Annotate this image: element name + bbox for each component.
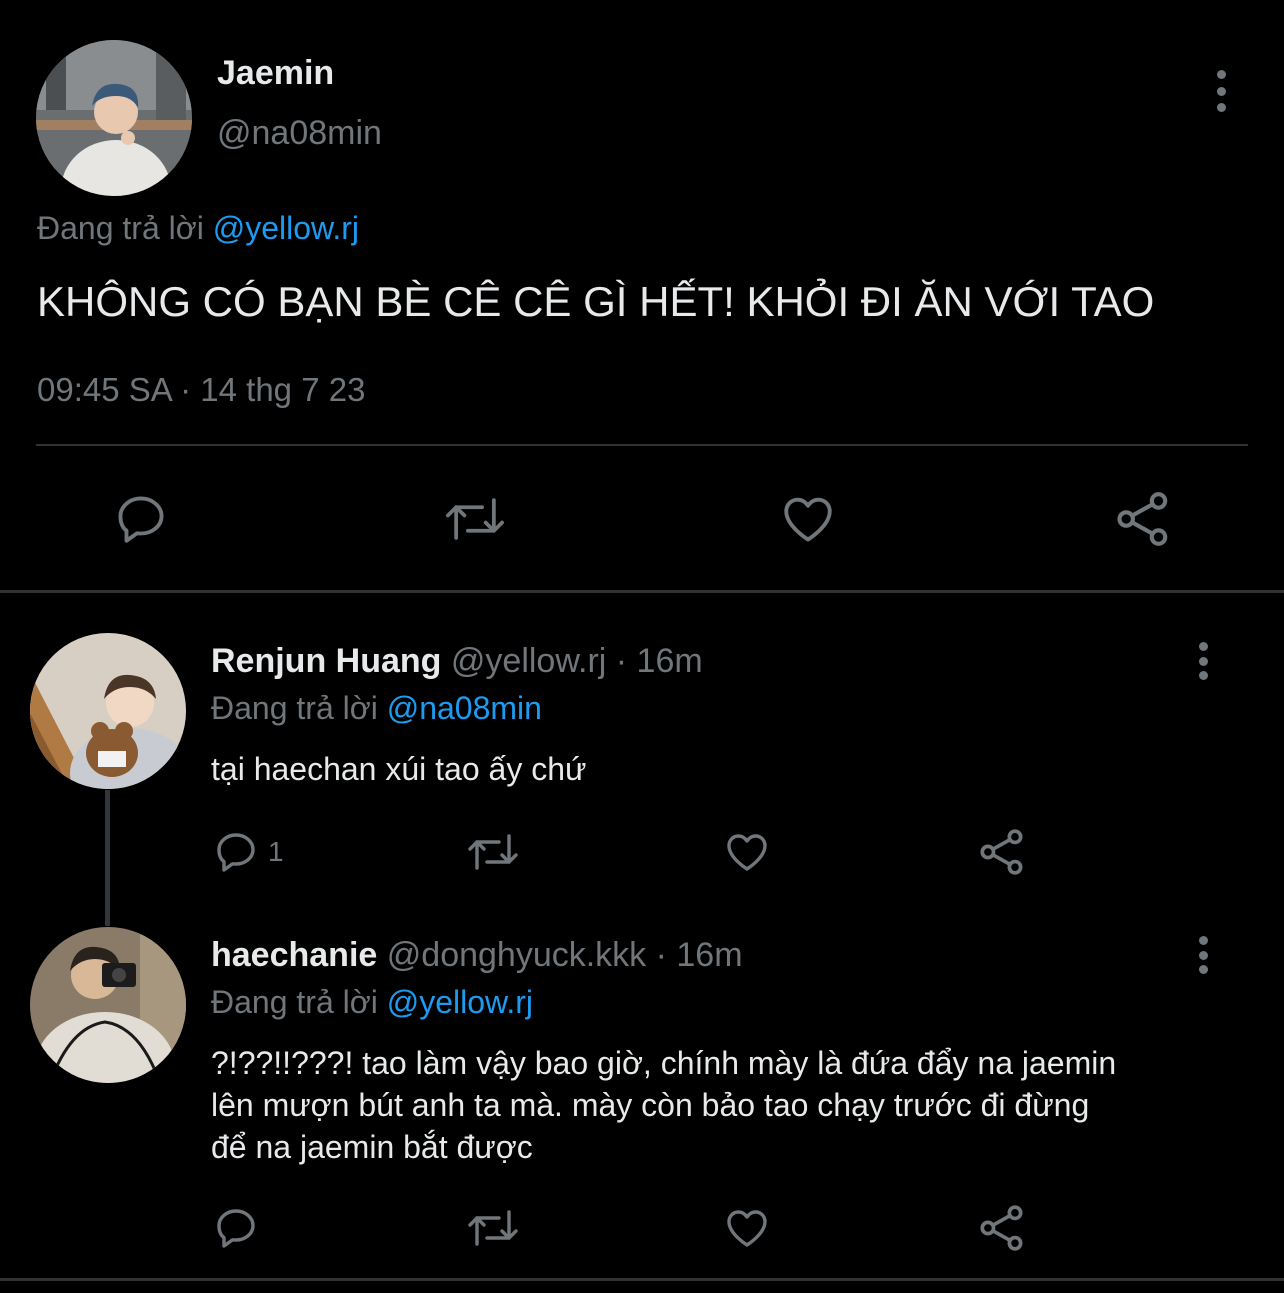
like-icon: [727, 834, 767, 871]
more-icon[interactable]: [1188, 936, 1218, 974]
replying-to: Đang trả lời @na08min: [211, 690, 542, 727]
retweet-icon: [446, 498, 504, 540]
divider: [36, 444, 1248, 446]
like-icon: [784, 497, 832, 542]
reply-header: Renjun Huang @yellow.rj · 16m: [211, 642, 703, 681]
divider: [0, 1278, 1284, 1281]
divider: [0, 590, 1284, 593]
reply-text: tại haechan xúi tao ấy chứ: [211, 751, 587, 787]
share-button[interactable]: [1112, 488, 1174, 550]
author-handle[interactable]: @na08min: [217, 114, 382, 153]
tweet-text: KHÔNG CÓ BẠN BÈ CÊ CÊ GÌ HẾT! KHỎI ĐI ĂN…: [37, 278, 1155, 325]
author-name[interactable]: Jaemin: [217, 54, 334, 93]
replying-to-label: Đang trả lời: [37, 210, 204, 246]
retweet-button[interactable]: [442, 490, 508, 548]
like-button[interactable]: [778, 490, 838, 548]
replying-to-label: Đang trả lời: [211, 984, 378, 1020]
more-icon[interactable]: [1188, 642, 1218, 680]
reply-icon: [217, 833, 255, 872]
reply-header: haechanie @donghyuck.kkk · 16m: [211, 936, 743, 975]
main-avatar[interactable]: [36, 40, 192, 196]
tweet-timestamp[interactable]: 09:45 SA · 14 thg 7 23: [37, 371, 365, 409]
reply-text-line: lên mượn bút anh ta mà. mày còn bảo tao …: [211, 1087, 1090, 1123]
retweet-button[interactable]: [465, 828, 521, 876]
share-icon: [980, 1205, 1023, 1251]
retweet-icon: [468, 834, 518, 870]
thread-line: [105, 790, 110, 926]
reply-text: ?!??!!???! tao làm vậy bao giờ, chính mà…: [211, 1042, 1116, 1168]
share-button[interactable]: [976, 826, 1028, 878]
retweet-button[interactable]: [465, 1204, 521, 1252]
replying-to-label: Đang trả lời: [211, 690, 378, 726]
reply-author-meta[interactable]: @donghyuck.kkk · 16m: [387, 936, 743, 974]
reply-icon: [118, 496, 164, 543]
share-icon: [1117, 492, 1168, 546]
more-icon[interactable]: [1206, 70, 1236, 112]
reply-count: 1: [268, 836, 284, 867]
reply-author-name[interactable]: Renjun Huang: [211, 642, 441, 680]
reply-author-name[interactable]: haechanie: [211, 936, 377, 974]
replying-to-mention[interactable]: @na08min: [387, 690, 542, 726]
retweet-icon: [468, 1210, 518, 1246]
like-icon: [727, 1210, 767, 1247]
replying-to-mention[interactable]: @yellow.rj: [213, 210, 359, 246]
reply-icon: [217, 1209, 255, 1248]
like-button[interactable]: [722, 828, 772, 876]
reply-button[interactable]: [112, 490, 170, 548]
reply-button[interactable]: [212, 1204, 268, 1252]
replying-to: Đang trả lời @yellow.rj: [211, 984, 533, 1021]
share-button[interactable]: [976, 1202, 1028, 1254]
reply-text-line: để na jaemin bắt được: [211, 1129, 533, 1165]
like-button[interactable]: [722, 1204, 772, 1252]
reply-button[interactable]: 1: [212, 828, 284, 876]
share-icon: [980, 829, 1023, 875]
reply-text-line: ?!??!!???! tao làm vậy bao giờ, chính mà…: [211, 1045, 1117, 1081]
reply-avatar[interactable]: [30, 927, 186, 1083]
replying-to: Đang trả lời @yellow.rj: [37, 210, 359, 247]
reply-author-meta[interactable]: @yellow.rj · 16m: [451, 642, 703, 680]
replying-to-mention[interactable]: @yellow.rj: [387, 984, 533, 1020]
reply-avatar[interactable]: [30, 633, 186, 789]
